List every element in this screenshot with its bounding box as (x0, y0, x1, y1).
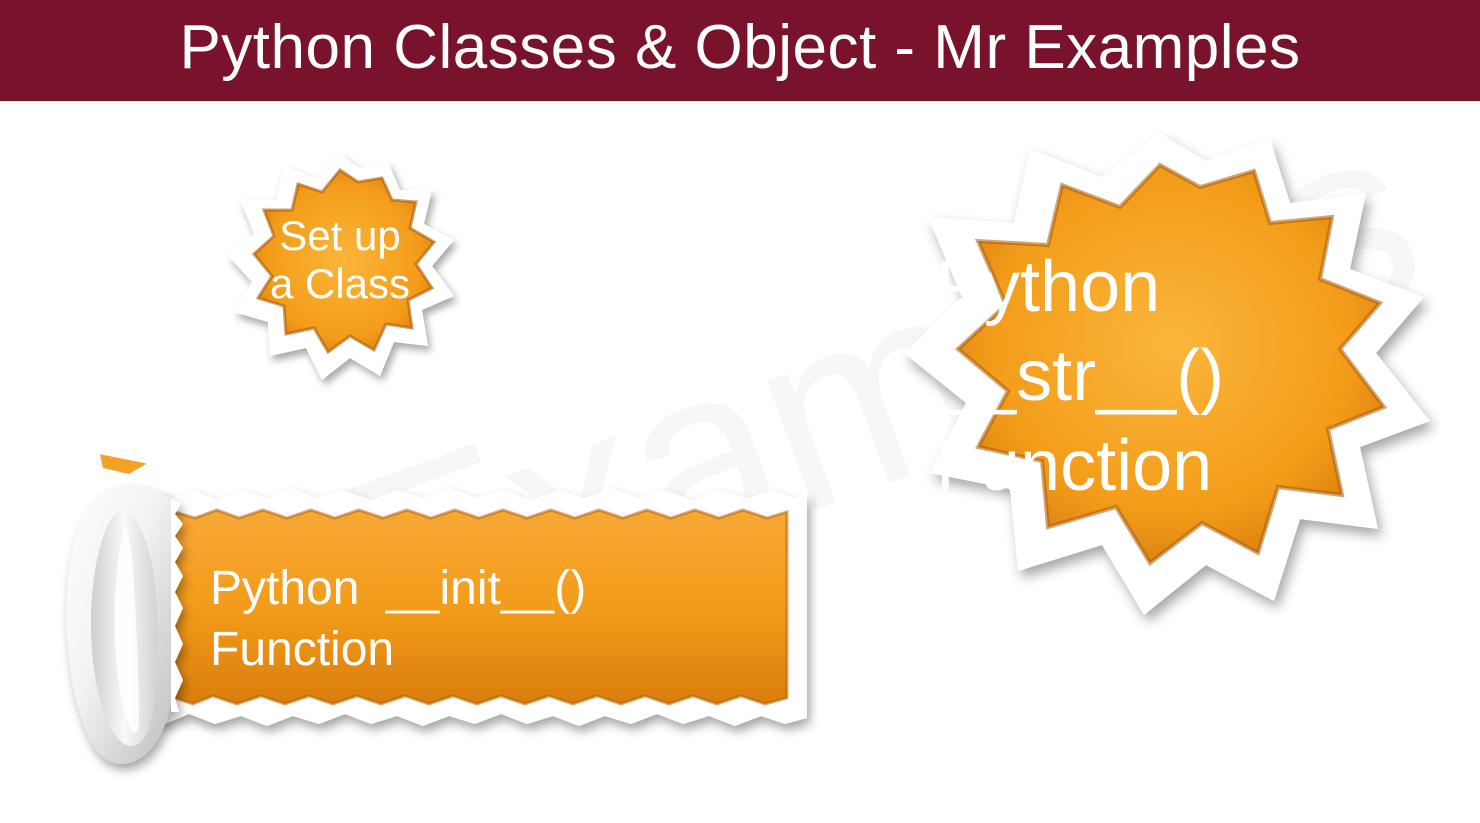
setup-class-label: Set up a Class (210, 212, 470, 309)
page-title: Python Classes & Object - Mr Examples (0, 0, 1480, 101)
setup-class-badge: Set up a Class (210, 148, 470, 408)
init-function-label: Python __init__() Function (210, 558, 586, 681)
str-function-badge: Python __str__() Function (880, 125, 1440, 685)
str-function-label: Python __str__() Function (936, 243, 1376, 511)
init-function-panel: Python __init__() Function (25, 440, 845, 780)
